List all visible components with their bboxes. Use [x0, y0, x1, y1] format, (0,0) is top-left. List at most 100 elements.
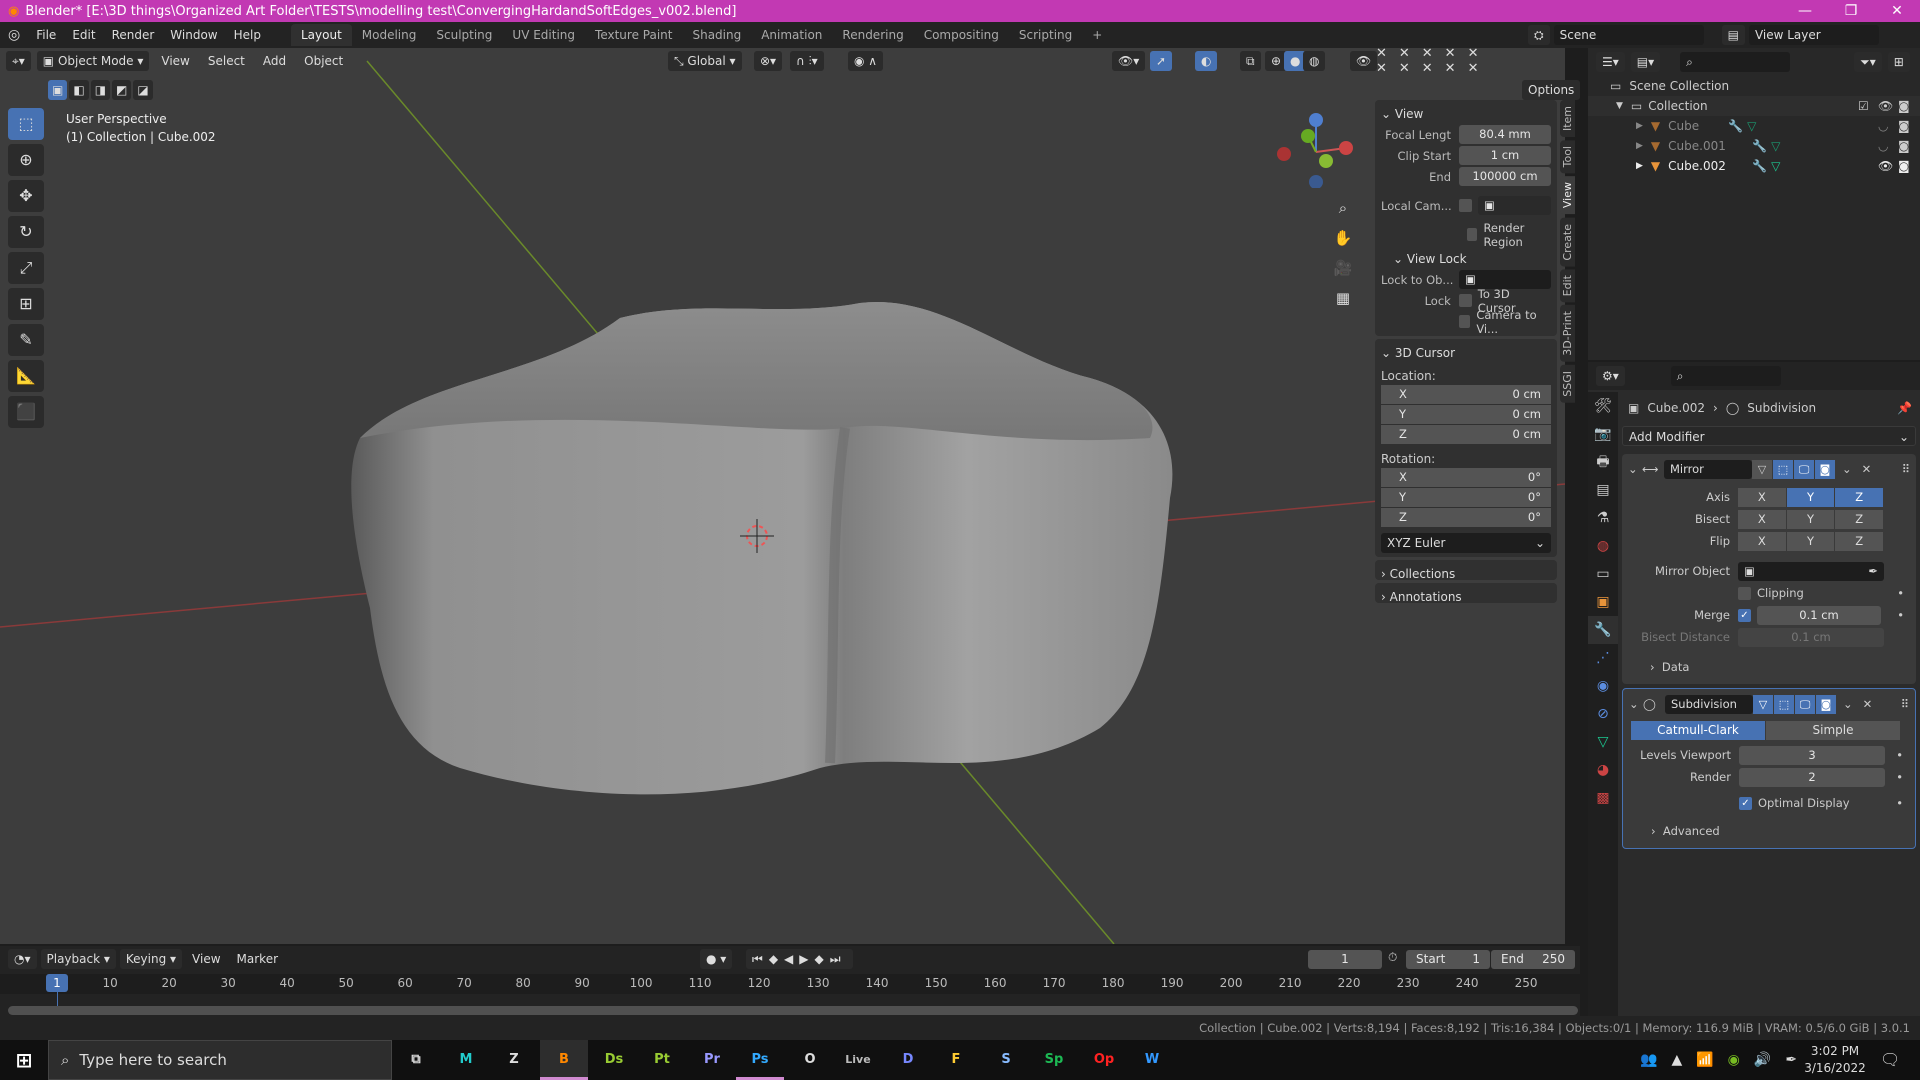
flip-z-toggle[interactable]: Z	[1835, 531, 1884, 551]
orientation-selector[interactable]: ⤡ Global ▾	[668, 51, 742, 71]
tab-item[interactable]: Item	[1560, 100, 1575, 138]
current-frame-field[interactable]: 1	[1308, 950, 1382, 969]
expand-arrow-icon[interactable]: ▶	[1636, 156, 1643, 176]
start-frame-field[interactable]: Start 1	[1406, 950, 1490, 969]
spotify-app-icon[interactable]: Sp	[1030, 1040, 1078, 1080]
physics-tab-icon[interactable]: ◉	[1588, 672, 1618, 700]
scene-tab-icon[interactable]: ⚗	[1588, 504, 1618, 532]
select-invert-icon[interactable]: ◩	[112, 80, 132, 100]
opera-app-icon[interactable]: Op	[1080, 1040, 1128, 1080]
mode-selector[interactable]: ▣ Object Mode ▾	[36, 51, 150, 71]
menu-edit[interactable]: Edit	[64, 28, 103, 42]
maya-app-icon[interactable]: M	[442, 1040, 490, 1080]
live-app-icon[interactable]: Live	[834, 1040, 882, 1080]
3d-viewport[interactable]: User Perspective (1) Collection | Cube.0…	[0, 48, 1565, 944]
filter-icon[interactable]: ⏷▾	[1854, 52, 1882, 72]
jump-end-icon[interactable]: ⏭	[830, 952, 847, 966]
eye-icon[interactable]: 👁	[1878, 96, 1893, 116]
dropdown-chevron-icon[interactable]: ⌄	[1842, 462, 1852, 476]
material-shading-icon[interactable]: ◍	[1303, 51, 1326, 71]
tab-ssgi[interactable]: SSGI	[1560, 365, 1575, 403]
realtime-display-icon[interactable]: 🖵	[1794, 459, 1814, 479]
xray-toggle-icon[interactable]: ⧉	[1240, 51, 1261, 71]
view-section-header[interactable]: ⌄ View	[1381, 104, 1551, 124]
axis-y-toggle[interactable]: Y	[1786, 487, 1835, 507]
tab-create[interactable]: Create	[1560, 217, 1575, 267]
menu-window[interactable]: Window	[162, 28, 225, 42]
data-subpanel-header[interactable]: › Data	[1628, 656, 1910, 678]
notifications-icon[interactable]: 🗨	[1880, 1050, 1900, 1069]
menu-keying[interactable]: Keying ▾	[119, 949, 183, 969]
volume-icon[interactable]: 🔊	[1754, 1052, 1771, 1068]
outliner-collection[interactable]: ▼ ▭ Collection ☑ 👁 ◙	[1588, 96, 1920, 116]
collection-tab-icon[interactable]: ▭	[1588, 560, 1618, 588]
flip-x-toggle[interactable]: X	[1738, 531, 1786, 551]
local-camera-field[interactable]: ▣	[1478, 196, 1551, 215]
add-cube-tool-icon[interactable]: ⬛	[8, 396, 44, 428]
select-intersect-icon[interactable]: ◪	[133, 80, 153, 100]
texture-tab-icon[interactable]: ▩	[1588, 784, 1618, 812]
menu-view[interactable]: View	[155, 54, 195, 68]
select-new-icon[interactable]: ▣	[48, 80, 68, 100]
taskbar-search-input[interactable]: ⌕ Type here to search	[48, 1040, 392, 1080]
premiere-app-icon[interactable]: Pr	[688, 1040, 736, 1080]
dropdown-chevron-icon[interactable]: ⌄	[1843, 697, 1853, 711]
edit-mode-icon[interactable]: ⬚	[1774, 694, 1794, 714]
outliner-object[interactable]: ▶ ▼ Cube 🔧 ▽ ◡ ◙	[1588, 116, 1920, 136]
mirror-name-field[interactable]: Mirror	[1664, 459, 1752, 479]
render-camera-icon[interactable]: ◙	[1898, 136, 1910, 156]
merge-checkbox[interactable]: ✓	[1738, 608, 1751, 622]
view-lock-header[interactable]: ⌄ View Lock	[1381, 249, 1551, 269]
collapse-chevron-icon[interactable]: ⌄	[1628, 462, 1642, 476]
designer-app-icon[interactable]: Ds	[590, 1040, 638, 1080]
outliner-search-input[interactable]: ⌕	[1680, 52, 1791, 72]
expand-arrow-icon[interactable]: ▶	[1636, 116, 1643, 136]
pan-hand-icon[interactable]: ✋	[1330, 223, 1356, 253]
view-layer-selector[interactable]: View Layer	[1748, 25, 1879, 45]
eye-icon[interactable]: 👁	[1878, 156, 1893, 176]
frame-ruler[interactable]: 10 20 30 40 50 60 70 80 90 100 110 120 130 140 150 160 1…	[0, 974, 1580, 994]
axis-x-toggle[interactable]: X	[1738, 487, 1786, 507]
expand-arrow-icon[interactable]: ▼	[1616, 96, 1623, 116]
wifi-icon[interactable]: 📶	[1696, 1052, 1713, 1068]
menu-object[interactable]: Object	[298, 54, 349, 68]
move-tool-icon[interactable]: ✥	[8, 180, 44, 212]
tab-tool[interactable]: Tool	[1560, 140, 1575, 174]
properties-editor-type-icon[interactable]: ⚙▾	[1596, 366, 1625, 386]
nvidia-tray-icon[interactable]: ◉	[1728, 1052, 1740, 1068]
auto-keying-button[interactable]: ● ▾	[700, 949, 733, 969]
outliner-scene-collection[interactable]: ▭ Scene Collection	[1588, 76, 1920, 96]
realtime-display-icon[interactable]: 🖵	[1795, 694, 1815, 714]
cursor-rotation-y[interactable]: Y 0°	[1381, 488, 1551, 507]
3d-cursor-header[interactable]: ⌄ 3D Cursor	[1381, 343, 1551, 363]
pivot-icon[interactable]: ⊗▾	[754, 51, 783, 71]
remove-modifier-icon[interactable]: ✕	[1863, 697, 1873, 711]
keyframe-dot-icon[interactable]: •	[1896, 748, 1903, 762]
eye-closed-icon[interactable]: ◡	[1878, 116, 1888, 136]
select-extend-icon[interactable]: ◧	[69, 80, 89, 100]
mesh-data-icon[interactable]: ▽	[1747, 116, 1756, 136]
modifier-wrench-icon[interactable]: 🔧	[1752, 156, 1767, 176]
tab-modeling[interactable]: Modeling	[352, 24, 427, 46]
menu-add[interactable]: Add	[257, 54, 292, 68]
material-tab-icon[interactable]: ◕	[1588, 756, 1618, 784]
prev-keyframe-icon[interactable]: ◆	[769, 952, 784, 966]
task-view-icon[interactable]: ⧉	[392, 1040, 440, 1080]
modifier-wrench-icon[interactable]: 🔧	[1728, 116, 1743, 136]
proportional-edit-icon[interactable]: ◉ ∧	[848, 51, 884, 71]
steam-app-icon[interactable]: S	[982, 1040, 1030, 1080]
people-icon[interactable]: 👥	[1640, 1052, 1657, 1068]
menu-timeline-view[interactable]: View	[186, 952, 226, 966]
new-collection-icon[interactable]: ⊞	[1887, 52, 1910, 72]
keyframe-dot-icon[interactable]: •	[1896, 770, 1903, 784]
photoshop-app-icon[interactable]: Ps	[736, 1040, 784, 1080]
render-icon[interactable]: ◙	[1816, 694, 1836, 714]
play-icon[interactable]: ▶	[799, 952, 814, 966]
tab-view[interactable]: View	[1560, 176, 1575, 215]
camera-view-icon[interactable]: 🎥	[1330, 253, 1356, 283]
jump-start-icon[interactable]: ⏮	[752, 952, 769, 966]
on-cage-icon[interactable]: ▽	[1753, 694, 1773, 714]
annotations-section-header[interactable]: › Annotations	[1375, 583, 1557, 604]
tab-edit[interactable]: Edit	[1560, 269, 1575, 303]
edit-cage-icon[interactable]: ▽	[1752, 459, 1772, 479]
